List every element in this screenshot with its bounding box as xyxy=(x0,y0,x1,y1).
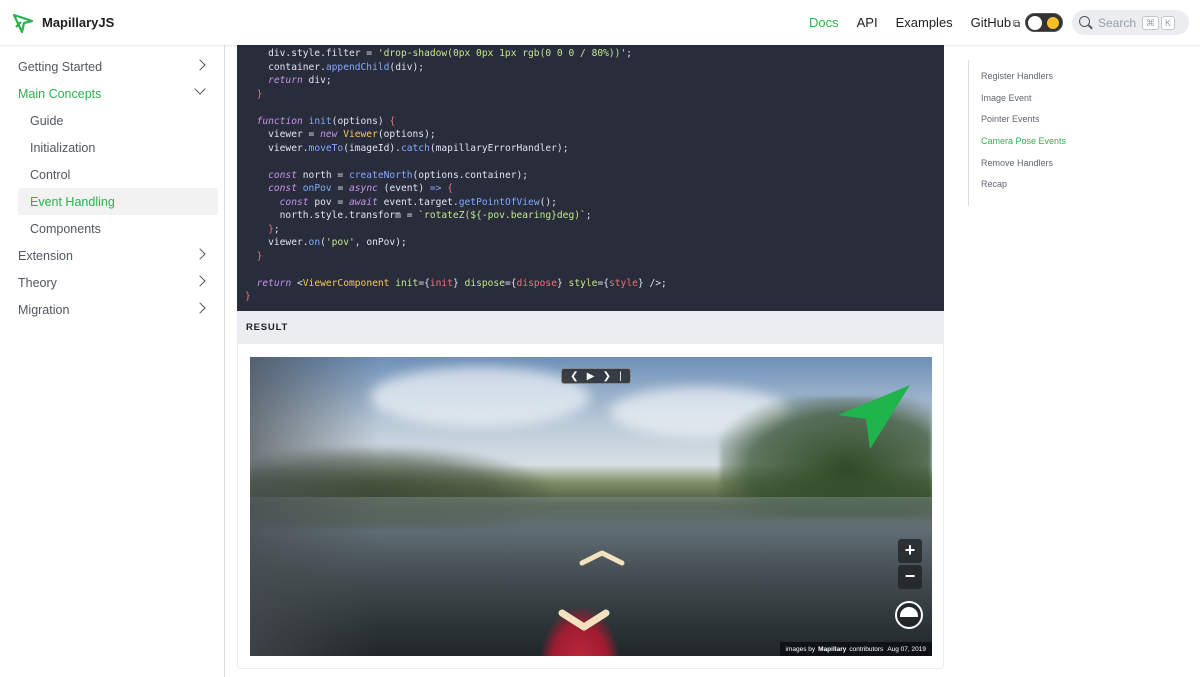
chevron-right-icon xyxy=(194,302,206,314)
sidebar-item-label: Initialization xyxy=(30,140,96,155)
toc-item-remove-handlers[interactable]: Remove Handlers xyxy=(981,154,1148,176)
top-navbar: MapillaryJS Docs API Examples GitHub ⧉ Se… xyxy=(0,0,1200,45)
field-of-view-icon xyxy=(900,607,918,617)
brand-title: MapillaryJS xyxy=(42,15,115,30)
theme-toggle[interactable] xyxy=(1025,13,1063,32)
sequence-prev-icon[interactable]: ❮ xyxy=(570,371,578,382)
sidebar-item-migration[interactable]: Migration xyxy=(0,296,224,323)
step-forward-arrow-icon[interactable] xyxy=(578,549,626,567)
toc-item-register-handlers[interactable]: Register Handlers xyxy=(981,67,1148,89)
step-backward-arrow-icon[interactable] xyxy=(556,607,612,631)
sequence-play-icon[interactable]: ▶ xyxy=(587,371,595,382)
sidebar-item-theory[interactable]: Theory xyxy=(0,269,224,296)
toc-item-camera-pose-events[interactable]: Camera Pose Events xyxy=(981,132,1148,154)
table-of-contents: Register Handlers Image Event Pointer Ev… xyxy=(968,60,1148,206)
sidebar-item-extension[interactable]: Extension xyxy=(0,242,224,269)
zoom-in-button[interactable]: + xyxy=(898,539,922,563)
nav-link-api[interactable]: API xyxy=(857,15,878,30)
external-link-icon: ⧉ xyxy=(1013,19,1021,30)
chevron-right-icon xyxy=(194,275,206,287)
sidebar-item-label: Control xyxy=(30,167,71,182)
nav-link-examples[interactable]: Examples xyxy=(896,15,953,30)
nav-links: Docs API Examples GitHub ⧉ xyxy=(809,0,1038,45)
sequence-controls[interactable]: ❮ ▶ ❯ | xyxy=(561,368,631,384)
result-label: RESULT xyxy=(246,322,289,333)
code-block[interactable]: div.style.filter = 'drop-shadow(0px 0px … xyxy=(237,45,944,311)
chevron-right-icon xyxy=(194,248,206,260)
attribution-prefix: images by xyxy=(785,645,816,653)
sidebar-item-label: Getting Started xyxy=(18,59,103,74)
sidebar-item-label: Migration xyxy=(18,302,70,317)
search-key-cmd: ⌘ xyxy=(1142,15,1160,30)
search-placeholder: Search xyxy=(1098,15,1137,30)
sun-icon xyxy=(1047,17,1059,29)
sidebar-item-label: Main Concepts xyxy=(18,86,102,101)
sidebar-item-components[interactable]: Components xyxy=(0,215,224,242)
attribution-suffix: contributors xyxy=(849,645,884,653)
result-frame: ❮ ▶ ❯ | + − images by Mapillary contribu… xyxy=(237,344,944,669)
sequence-slider-handle[interactable]: | xyxy=(619,371,622,382)
sidebar-item-getting-started[interactable]: Getting Started xyxy=(0,53,224,80)
brand[interactable]: MapillaryJS xyxy=(12,11,114,35)
zoom-out-button[interactable]: − xyxy=(898,565,922,589)
docs-sidebar: Getting Started Main Concepts Guide Init… xyxy=(0,45,225,677)
sidebar-item-event-handling[interactable]: Event Handling xyxy=(18,188,218,215)
north-arrow-icon xyxy=(838,385,910,449)
sidebar-item-label: Components xyxy=(30,221,101,236)
sidebar-item-control[interactable]: Control xyxy=(0,161,224,188)
chevron-right-icon xyxy=(194,59,206,71)
sidebar-item-guide[interactable]: Guide xyxy=(0,107,224,134)
street-view-viewer[interactable]: ❮ ▶ ❯ | + − images by Mapillary contribu… xyxy=(250,357,932,656)
sidebar-item-label: Theory xyxy=(18,275,57,290)
sidebar-item-label: Extension xyxy=(18,248,73,263)
sidebar-item-initialization[interactable]: Initialization xyxy=(0,134,224,161)
toc-item-recap[interactable]: Recap xyxy=(981,175,1148,197)
moon-icon xyxy=(1028,16,1042,30)
sidebar-item-main-concepts[interactable]: Main Concepts xyxy=(0,80,224,107)
github-label: GitHub xyxy=(970,15,1012,30)
nav-link-github[interactable]: GitHub ⧉ xyxy=(971,15,1021,30)
search-key-k: K xyxy=(1161,15,1176,30)
sidebar-item-label: Event Handling xyxy=(30,194,115,209)
search-icon xyxy=(1079,15,1093,30)
mapillary-logo-icon xyxy=(12,13,34,33)
result-header: RESULT xyxy=(237,311,944,344)
nav-link-docs[interactable]: Docs xyxy=(809,15,839,30)
sequence-next-icon[interactable]: ❯ xyxy=(603,371,611,382)
image-attribution[interactable]: images by Mapillary contributors Aug 07,… xyxy=(779,642,932,656)
toc-item-pointer-events[interactable]: Pointer Events xyxy=(981,110,1148,132)
chevron-down-icon xyxy=(194,83,206,95)
capture-date: Aug 07, 2019 xyxy=(887,645,926,653)
attribution-brand: Mapillary xyxy=(818,645,847,653)
sidebar-item-label: Guide xyxy=(30,113,64,128)
bearing-indicator[interactable] xyxy=(895,601,923,629)
search-button[interactable]: Search ⌘ K xyxy=(1072,10,1189,35)
toc-item-image-event[interactable]: Image Event xyxy=(981,89,1148,111)
